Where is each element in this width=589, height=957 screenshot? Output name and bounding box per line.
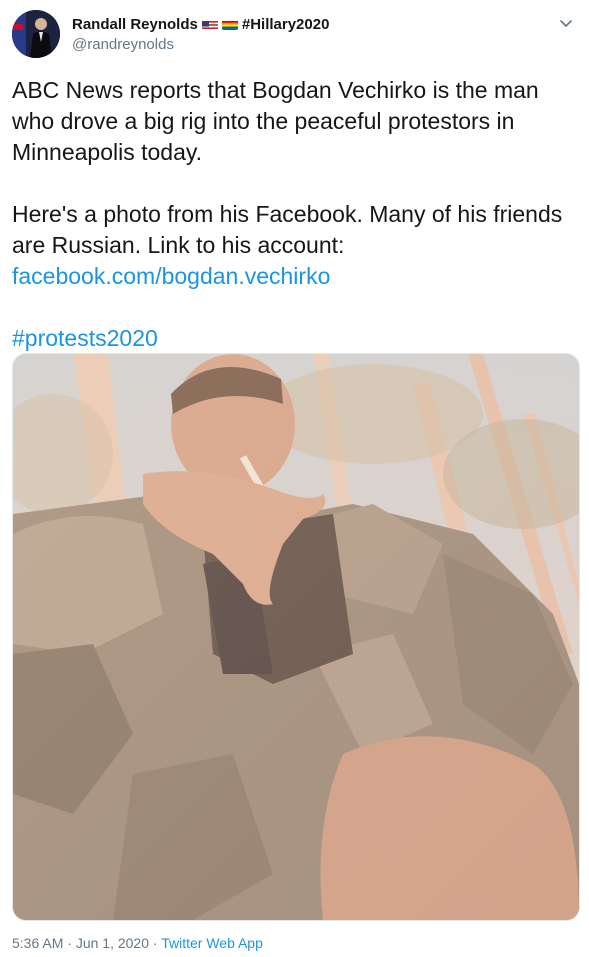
footer-separator: · <box>149 935 162 951</box>
tweet-date[interactable]: Jun 1, 2020 <box>76 935 149 951</box>
rainbow-flag-icon <box>221 19 238 30</box>
chevron-down-icon[interactable] <box>555 12 577 34</box>
avatar[interactable] <box>12 10 60 58</box>
display-name[interactable]: Randall Reynolds <box>72 16 198 33</box>
tweet-paragraph-2-text: Here's a photo from his Facebook. Many o… <box>12 201 563 258</box>
user-name-block: Randall Reynolds #Hillary2020 @randreyno… <box>72 13 330 54</box>
tweet-time[interactable]: 5:36 AM <box>12 935 63 951</box>
facebook-link[interactable]: facebook.com/bogdan.vechirko <box>12 263 330 289</box>
us-flag-icon <box>201 19 218 30</box>
name-hashtag: #Hillary2020 <box>241 15 330 33</box>
user-handle[interactable]: @randreynolds <box>72 36 329 53</box>
tweet: Randall Reynolds #Hillary2020 @randreyno… <box>0 0 589 957</box>
tweet-photo[interactable] <box>12 353 580 921</box>
tweet-footer: 5:36 AM · Jun 1, 2020 · Twitter Web App <box>12 935 263 951</box>
tweet-source[interactable]: Twitter Web App <box>161 935 263 951</box>
tweet-paragraph-1: ABC News reports that Bogdan Vechirko is… <box>12 77 539 165</box>
hashtag-link[interactable]: #protests2020 <box>12 325 158 351</box>
tweet-text: ABC News reports that Bogdan Vechirko is… <box>12 75 572 354</box>
tweet-paragraph-2: Here's a photo from his Facebook. Many o… <box>12 199 572 292</box>
footer-separator: · <box>63 935 76 951</box>
tweet-header: Randall Reynolds #Hillary2020 @randreyno… <box>12 10 577 60</box>
